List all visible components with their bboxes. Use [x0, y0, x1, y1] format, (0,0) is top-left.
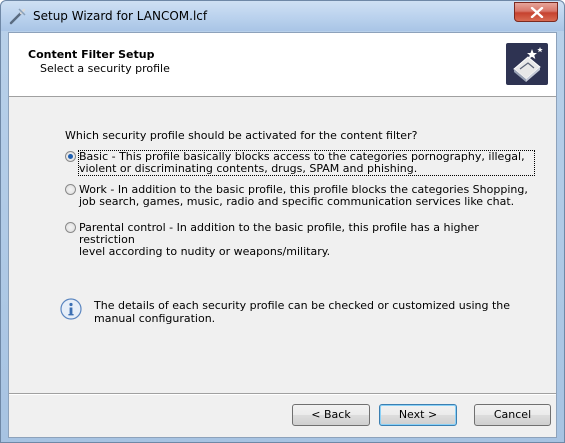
window-title: Setup Wizard for LANCOM.lcf: [33, 9, 208, 23]
radio-parental-control[interactable]: [65, 222, 76, 233]
wizard-client-area: Content Filter Setup Select a security p…: [8, 32, 557, 438]
title-bar[interactable]: Setup Wizard for LANCOM.lcf: [1, 1, 564, 31]
close-button[interactable]: [514, 2, 558, 22]
close-icon: [530, 7, 544, 18]
wizard-hat-icon: [506, 43, 548, 85]
radio-work[interactable]: [65, 184, 76, 195]
page-title: Content Filter Setup: [28, 48, 155, 61]
page-subtitle: Select a security profile: [40, 62, 170, 75]
radio-basic[interactable]: [65, 151, 76, 162]
info-icon: [60, 298, 82, 320]
footer-divider: [9, 393, 556, 395]
question-label: Which security profile should be activat…: [65, 129, 418, 142]
option-work-label[interactable]: Work - In addition to the basic profile,…: [79, 184, 534, 208]
back-button[interactable]: < Back: [292, 404, 370, 426]
wizard-wand-icon: [9, 7, 29, 25]
cancel-button[interactable]: Cancel: [474, 404, 551, 426]
setup-wizard-window: Setup Wizard for LANCOM.lcf Content Filt…: [0, 0, 565, 443]
next-button[interactable]: Next >: [379, 404, 457, 426]
wizard-header: Content Filter Setup Select a security p…: [9, 33, 556, 97]
info-message: The details of each security profile can…: [94, 299, 511, 325]
option-parental-control-label[interactable]: Parental control - In addition to the ba…: [79, 222, 534, 258]
option-basic-label[interactable]: Basic - This profile basically blocks ac…: [78, 150, 535, 176]
